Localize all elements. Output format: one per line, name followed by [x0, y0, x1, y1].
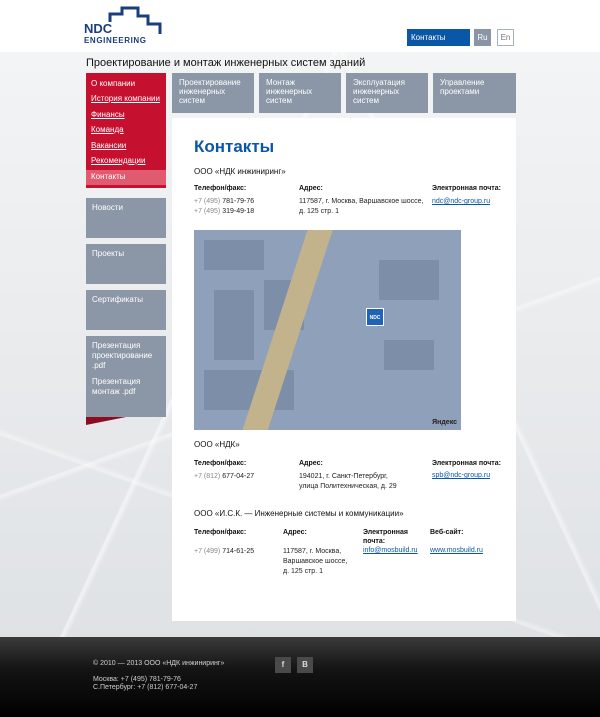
tab-management-line2: проектами: [440, 87, 480, 96]
org1-phone1-number: 781-79-76: [222, 198, 255, 205]
tagline: Проектирование и монтаж инженерных систе…: [86, 57, 366, 69]
sidebar-block-certificates[interactable]: Сертификаты: [86, 290, 166, 330]
footer-copyright: © 2010 — 2013 ООО «НДК инжиниринг»: [93, 660, 225, 667]
tab-installation-line3: систем: [266, 96, 292, 105]
map-block: [204, 240, 264, 270]
pres1-line2[interactable]: проектирование: [92, 351, 160, 361]
org1-phone-label: Телефон/факс:: [194, 185, 247, 192]
org2-phone: +7 (812) 677-04-27: [194, 472, 254, 482]
map[interactable]: NDC Яндекс: [194, 230, 461, 430]
pres1-line1[interactable]: Презентация: [92, 341, 160, 351]
footer-phone-spb: С.Петербург: +7 (812) 677-04-27: [93, 684, 198, 691]
org3-email-label-line2: почта:: [363, 538, 386, 545]
org3-address-line3: д. 125 стр. 1: [283, 568, 323, 575]
org3-address-line2: Варшавское шоссе,: [283, 558, 348, 565]
pres2-line1[interactable]: Презентация: [92, 377, 160, 387]
org1-phone2-number: 319-49-18: [222, 208, 255, 215]
sidebar-item-vacancies[interactable]: Вакансии: [86, 139, 166, 155]
lang-en-button[interactable]: En: [497, 29, 514, 46]
map-block: [384, 340, 434, 370]
org1-email-label: Электронная почта:: [432, 185, 501, 192]
logo-text-ndc: NDC: [84, 21, 113, 36]
sidebar-block-news-label: Новости: [92, 203, 123, 212]
vkontakte-icon[interactable]: В: [297, 657, 313, 673]
sidebar-block-presentations: Презентация проектирование .pdf Презента…: [86, 336, 166, 417]
tab-installation-line2: инженерных: [266, 87, 313, 96]
sidebar-item-contacts[interactable]: Контакты: [86, 169, 166, 185]
org3-phone-code: +7 (499): [194, 548, 221, 555]
org3-email-link[interactable]: info@mosbuild.ru: [363, 547, 418, 554]
sidebar-corner-decoration: [86, 417, 126, 425]
sidebar-item-recommendations[interactable]: Рекомендации: [86, 154, 166, 170]
org1-address-line2: д. 125 стр. 1: [299, 208, 339, 215]
org3-email-label-line1: Электронная: [363, 529, 408, 536]
org2-address-label: Адрес:: [299, 460, 323, 467]
footer: © 2010 — 2013 ООО «НДК инжиниринг» Москв…: [0, 637, 600, 717]
org1-phone1: +7 (495) 781-79-76: [194, 197, 254, 207]
tab-installation[interactable]: Монтаж инженерных систем: [259, 73, 341, 113]
org2-phone-code: +7 (812): [194, 473, 221, 480]
tab-management-line1: Управление: [440, 78, 485, 87]
tab-operation-line3: систем: [353, 96, 379, 105]
sidebar: О компании История компании Финансы Кома…: [86, 73, 166, 425]
tab-operation-line2: инженерных: [353, 87, 400, 96]
org2-address-line2: улица Политехническая, д. 29: [299, 483, 397, 490]
org3-phone-number: 714-61-25: [222, 548, 255, 555]
pres1-line3[interactable]: .pdf: [92, 361, 160, 371]
org2-name: ООО «НДК»: [194, 440, 240, 449]
sidebar-about-menu: О компании История компании Финансы Кома…: [86, 73, 166, 188]
sidebar-block-news[interactable]: Новости: [86, 198, 166, 238]
org3-phone-label: Телефон/факс:: [194, 529, 247, 536]
org1-email-link[interactable]: ndc@ndc-group.ru: [432, 198, 490, 205]
org1-phone1-code: +7 (495): [194, 198, 221, 205]
facebook-icon[interactable]: f: [275, 657, 291, 673]
org3-site-label: Веб-сайт:: [430, 529, 464, 536]
org1-address-line1: 117587, г. Москва, Варшавское шоссе,: [299, 198, 424, 205]
pres2-line2[interactable]: монтаж .pdf: [92, 387, 160, 397]
sidebar-block-certificates-label: Сертификаты: [92, 295, 144, 304]
map-pin-icon[interactable]: NDC: [366, 308, 384, 326]
logo-text-engineering: ENGINEERING: [84, 36, 147, 45]
org2-address-line1: 194021, г. Санкт-Петербург,: [299, 473, 388, 480]
tab-management[interactable]: Управление проектами: [433, 73, 516, 113]
sidebar-block-projects-label: Проекты: [92, 249, 125, 258]
tab-operation-line1: Эксплуатация: [353, 78, 405, 87]
org3-name: ООО «И.С.К. — Инженерные системы и комму…: [194, 509, 404, 518]
org2-phone-number: 677-04-27: [222, 473, 255, 480]
org3-address-line1: 117587, г. Москва,: [283, 548, 342, 555]
sidebar-block-projects[interactable]: Проекты: [86, 244, 166, 284]
org1-name: ООО «НДК инжиниринг»: [194, 167, 286, 176]
org3-site-link[interactable]: www.mosbuild.ru: [430, 547, 483, 554]
org2-email-label: Электронная почта:: [432, 460, 501, 467]
sidebar-item-finance[interactable]: Финансы: [86, 108, 166, 124]
map-provider-logo[interactable]: Яндекс: [432, 419, 457, 426]
org3-phone: +7 (499) 714-61-25: [194, 547, 254, 557]
tab-design-line2: инженерных: [179, 87, 226, 96]
sidebar-item-history[interactable]: История компании: [86, 92, 166, 108]
sidebar-title[interactable]: О компании: [86, 77, 166, 92]
tab-design[interactable]: Проектирование инженерных систем: [172, 73, 254, 113]
header: NDC ENGINEERING Контакты Ru En: [0, 0, 600, 52]
logo[interactable]: NDC ENGINEERING: [84, 6, 168, 48]
map-block: [379, 260, 439, 300]
lang-ru-button[interactable]: Ru: [474, 29, 491, 46]
sidebar-item-team[interactable]: Команда: [86, 123, 166, 139]
map-block: [214, 290, 254, 360]
tab-design-line3: систем: [179, 96, 205, 105]
org2-phone-label: Телефон/факс:: [194, 460, 247, 467]
org3-address-label: Адрес:: [283, 529, 307, 536]
search-input[interactable]: Контакты: [407, 29, 470, 46]
tab-operation[interactable]: Эксплуатация инженерных систем: [346, 73, 428, 113]
page-title: Контакты: [194, 137, 275, 156]
org1-address-label: Адрес:: [299, 185, 323, 192]
org2-email-link[interactable]: spb@ndc-group.ru: [432, 472, 490, 479]
org1-phone2-code: +7 (495): [194, 208, 221, 215]
tab-installation-line1: Монтаж: [266, 78, 295, 87]
org1-phone2: +7 (495) 319-49-18: [194, 207, 254, 217]
tab-design-line1: Проектирование: [179, 78, 241, 87]
main-content: Контакты ООО «НДК инжиниринг» Телефон/фа…: [172, 118, 516, 621]
